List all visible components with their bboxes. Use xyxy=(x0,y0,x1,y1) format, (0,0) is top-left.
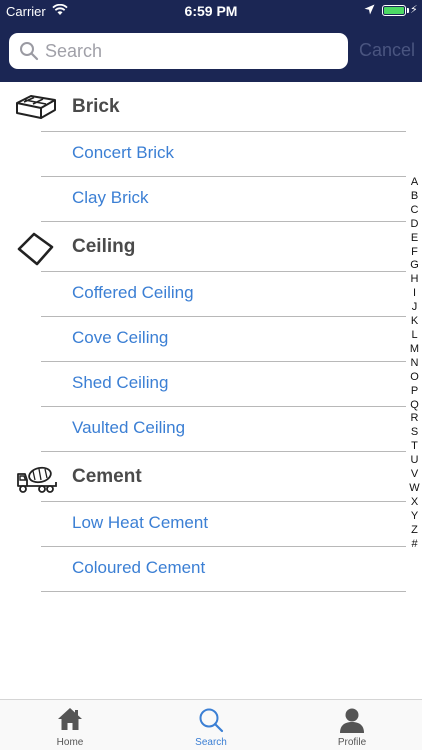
list-item-label: Shed Ceiling xyxy=(72,373,169,392)
location-arrow-icon xyxy=(364,4,375,15)
profile-icon xyxy=(340,708,364,733)
list-item-label: Coloured Cement xyxy=(72,558,206,577)
battery-tip xyxy=(407,8,409,13)
index-letter[interactable]: J xyxy=(407,301,422,315)
index-letter[interactable]: F xyxy=(407,246,422,260)
section-title-brick: Brick xyxy=(72,96,120,117)
list-item[interactable]: Concert Brick xyxy=(0,132,422,177)
index-letter[interactable]: G xyxy=(407,259,422,273)
list-item[interactable]: Clay Brick xyxy=(0,177,422,222)
tab-label: Search xyxy=(195,737,227,748)
brick-icon xyxy=(16,95,56,119)
tab-label: Home xyxy=(56,737,84,748)
tab-profile[interactable]: Profile xyxy=(282,700,422,750)
status-time: 6:59 PM xyxy=(184,3,238,19)
index-letter[interactable]: # xyxy=(407,538,422,552)
index-letter[interactable]: Q xyxy=(407,399,422,413)
tab-search[interactable]: Search xyxy=(141,700,281,750)
index-letter[interactable]: Y xyxy=(407,510,422,524)
home-icon xyxy=(58,708,82,730)
search-bar[interactable] xyxy=(9,33,348,69)
tab-home[interactable]: Home xyxy=(0,700,140,750)
index-letter[interactable]: R xyxy=(407,412,422,426)
search-icon xyxy=(199,708,224,733)
tab-bar: Home Search Profile xyxy=(0,699,422,750)
index-letter[interactable]: S xyxy=(407,426,422,440)
index-letter[interactable]: N xyxy=(407,357,422,371)
search-icon xyxy=(20,42,39,61)
section-title-ceiling: Ceiling xyxy=(72,236,136,257)
cancel-button[interactable]: Cancel xyxy=(359,40,415,61)
list-item-label: Clay Brick xyxy=(72,188,149,207)
material-list: Brick Concert Brick Clay Brick Ceiling C… xyxy=(0,82,422,592)
section-title-cement: Cement xyxy=(72,466,142,487)
index-letter[interactable]: W xyxy=(407,482,422,496)
list-item-label: Low Heat Cement xyxy=(72,513,209,532)
section-index[interactable]: A B C D E F G H I J K L M N O P Q R S T … xyxy=(407,176,422,551)
index-letter[interactable]: Z xyxy=(407,524,422,538)
status-bar: Carrier 6:59 PM ⚡ xyxy=(0,0,422,22)
index-letter[interactable]: V xyxy=(407,468,422,482)
divider xyxy=(41,591,406,592)
index-letter[interactable]: P xyxy=(407,385,422,399)
list-item[interactable]: Shed Ceiling xyxy=(0,362,422,407)
cement-truck-icon xyxy=(17,466,57,493)
ceiling-icon xyxy=(17,232,54,266)
index-letter[interactable]: L xyxy=(407,329,422,343)
index-letter[interactable]: D xyxy=(407,218,422,232)
list-item[interactable]: Low Heat Cement xyxy=(0,502,422,547)
section-header-cement: Cement xyxy=(0,452,422,502)
index-letter[interactable]: H xyxy=(407,273,422,287)
list-item-label: Concert Brick xyxy=(72,143,175,162)
charging-bolt-icon: ⚡ xyxy=(410,4,418,16)
list-item[interactable]: Vaulted Ceiling xyxy=(0,407,422,452)
index-letter[interactable]: B xyxy=(407,190,422,204)
list-item-label: Cove Ceiling xyxy=(72,328,169,347)
list-item[interactable]: Coloured Cement xyxy=(0,547,422,592)
battery-icon xyxy=(382,5,406,16)
index-letter[interactable]: X xyxy=(407,496,422,510)
list-item-label: Coffered Ceiling xyxy=(72,283,194,302)
list-item[interactable]: Coffered Ceiling xyxy=(0,272,422,317)
index-letter[interactable]: A xyxy=(407,176,422,190)
search-input[interactable] xyxy=(45,33,341,69)
index-letter[interactable]: K xyxy=(407,315,422,329)
battery-level xyxy=(384,7,404,14)
index-letter[interactable]: M xyxy=(407,343,422,357)
index-letter[interactable]: C xyxy=(407,204,422,218)
index-letter[interactable]: U xyxy=(407,454,422,468)
index-letter[interactable]: T xyxy=(407,440,422,454)
index-letter[interactable]: E xyxy=(407,232,422,246)
section-header-ceiling: Ceiling xyxy=(0,222,422,272)
list-item-label: Vaulted Ceiling xyxy=(72,418,186,437)
list-item[interactable]: Cove Ceiling xyxy=(0,317,422,362)
tab-label: Profile xyxy=(337,737,367,748)
index-letter[interactable]: O xyxy=(407,371,422,385)
section-header-brick: Brick xyxy=(0,82,422,132)
index-letter[interactable]: I xyxy=(407,287,422,301)
navigation-header: Carrier 6:59 PM ⚡ Cancel xyxy=(0,0,422,82)
